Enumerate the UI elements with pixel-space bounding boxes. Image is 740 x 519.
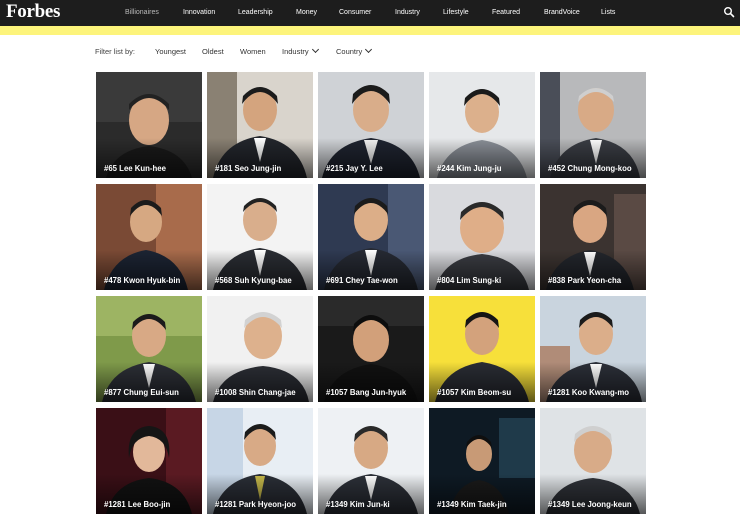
person-card[interactable]: #1281 Koo Kwang-mo bbox=[540, 296, 646, 402]
person-card[interactable]: #1008 Shin Chang-jae bbox=[207, 296, 313, 402]
person-card[interactable]: #1281 Park Hyeon-joo bbox=[207, 408, 313, 514]
person-caption: #568 Suh Kyung-bae bbox=[215, 275, 292, 285]
filter-industry-label: Industry bbox=[282, 47, 309, 56]
person-card[interactable]: #478 Kwon Hyuk-bin bbox=[96, 184, 202, 290]
nav-item-consumer[interactable]: Consumer bbox=[339, 9, 371, 16]
person-caption: #1349 Kim Taek-jin bbox=[437, 499, 507, 509]
person-card[interactable]: #244 Kim Jung-ju bbox=[429, 72, 535, 178]
person-caption: #877 Chung Eui-sun bbox=[104, 387, 179, 397]
person-card[interactable]: #568 Suh Kyung-bae bbox=[207, 184, 313, 290]
person-card[interactable]: #181 Seo Jung-jin bbox=[207, 72, 313, 178]
filter-women[interactable]: Women bbox=[240, 47, 266, 56]
person-card[interactable]: #1349 Lee Joong-keun bbox=[540, 408, 646, 514]
forbes-logo[interactable]: Forbes bbox=[6, 1, 60, 23]
nav-item-lists[interactable]: Lists bbox=[601, 9, 615, 16]
filter-oldest[interactable]: Oldest bbox=[202, 47, 224, 56]
chevron-down-icon bbox=[311, 45, 319, 54]
nav-item-industry[interactable]: Industry bbox=[395, 9, 420, 16]
nav-item-lifestyle[interactable]: Lifestyle bbox=[443, 9, 469, 16]
person-card[interactable]: #1349 Kim Jun-ki bbox=[318, 408, 424, 514]
person-caption: #244 Kim Jung-ju bbox=[437, 163, 502, 173]
person-card[interactable]: #1349 Kim Taek-jin bbox=[429, 408, 535, 514]
highlight-bar bbox=[0, 26, 740, 35]
person-card[interactable]: #65 Lee Kun-hee bbox=[96, 72, 202, 178]
person-caption: #1057 Bang Jun-hyuk bbox=[326, 387, 407, 397]
person-card[interactable]: #1281 Lee Boo-jin bbox=[96, 408, 202, 514]
nav-item-featured[interactable]: Featured bbox=[492, 9, 520, 16]
filter-industry-dropdown[interactable]: Industry bbox=[282, 45, 319, 56]
nav-item-leadership[interactable]: Leadership bbox=[238, 9, 273, 16]
nav-item-money[interactable]: Money bbox=[296, 9, 317, 16]
person-caption: #1349 Kim Jun-ki bbox=[326, 499, 390, 509]
chevron-down-icon bbox=[365, 45, 373, 54]
filter-country-dropdown[interactable]: Country bbox=[336, 45, 373, 56]
filter-youngest[interactable]: Youngest bbox=[155, 47, 186, 56]
person-card[interactable]: #215 Jay Y. Lee bbox=[318, 72, 424, 178]
person-caption: #1349 Lee Joong-keun bbox=[548, 499, 632, 509]
top-navigation-bar: Forbes Billionaires Innovation Leadershi… bbox=[0, 0, 740, 26]
person-caption: #452 Chung Mong-koo bbox=[548, 163, 632, 173]
person-caption: #1057 Kim Beom-su bbox=[437, 387, 512, 397]
person-card[interactable]: #1057 Bang Jun-hyuk bbox=[318, 296, 424, 402]
person-card[interactable]: #804 Lim Sung-ki bbox=[429, 184, 535, 290]
nav-item-brandvoice[interactable]: BrandVoice bbox=[544, 9, 580, 16]
nav-item-innovation[interactable]: Innovation bbox=[183, 9, 215, 16]
filter-label: Filter list by: bbox=[95, 47, 136, 56]
person-caption: #1008 Shin Chang-jae bbox=[215, 387, 296, 397]
person-card[interactable]: #838 Park Yeon-cha bbox=[540, 184, 646, 290]
person-caption: #1281 Park Hyeon-joo bbox=[215, 499, 297, 509]
nav-item-billionaires[interactable]: Billionaires bbox=[125, 9, 159, 16]
person-caption: #215 Jay Y. Lee bbox=[326, 163, 383, 173]
person-card[interactable]: #691 Chey Tae-won bbox=[318, 184, 424, 290]
person-card[interactable]: #452 Chung Mong-koo bbox=[540, 72, 646, 178]
person-caption: #838 Park Yeon-cha bbox=[548, 275, 622, 285]
person-caption: #65 Lee Kun-hee bbox=[104, 163, 166, 173]
person-caption: #1281 Koo Kwang-mo bbox=[548, 387, 630, 397]
person-card[interactable]: #1057 Kim Beom-su bbox=[429, 296, 535, 402]
person-card[interactable]: #877 Chung Eui-sun bbox=[96, 296, 202, 402]
person-caption: #181 Seo Jung-jin bbox=[215, 163, 282, 173]
person-caption: #478 Kwon Hyuk-bin bbox=[104, 275, 181, 285]
person-caption: #1281 Lee Boo-jin bbox=[104, 499, 171, 509]
filter-country-label: Country bbox=[336, 47, 363, 56]
person-caption: #691 Chey Tae-won bbox=[326, 275, 398, 285]
person-caption: #804 Lim Sung-ki bbox=[437, 275, 502, 285]
search-icon[interactable] bbox=[723, 6, 735, 18]
